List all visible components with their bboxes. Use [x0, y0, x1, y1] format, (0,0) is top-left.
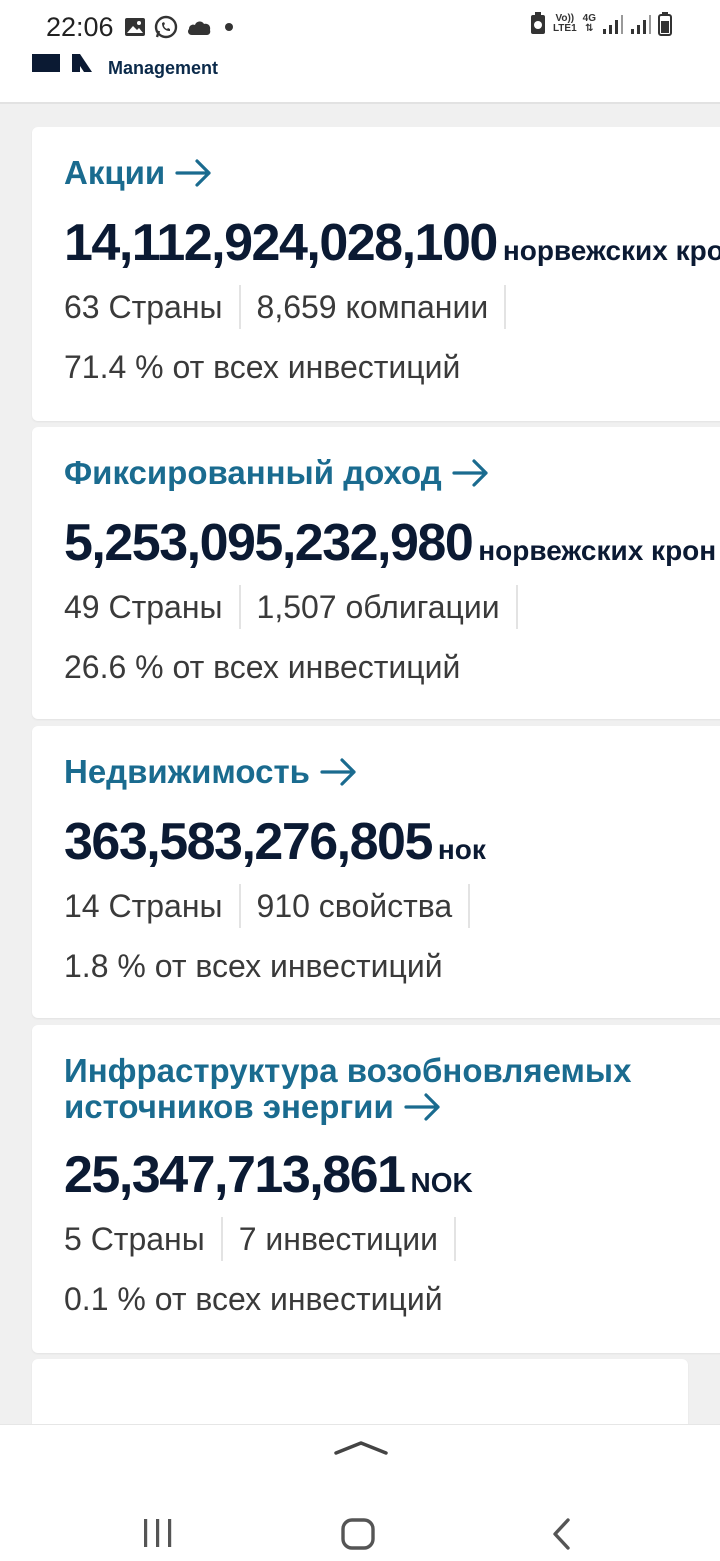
holdings-count: 7 инвестиции	[238, 1220, 438, 1257]
card-title[interactable]: Недвижимость	[64, 753, 310, 790]
battery-icon	[658, 12, 672, 36]
currency-label: норвежских крон	[478, 535, 717, 566]
status-time: 22:06	[46, 12, 114, 42]
whatsapp-icon	[154, 15, 178, 39]
holdings-count: 910 свойства	[256, 887, 453, 924]
brand-logo-icon[interactable]	[32, 54, 94, 79]
share-of-investments: 1.8 % от всех инвестиций	[64, 948, 443, 984]
countries-count: 5 Страны	[64, 1220, 205, 1257]
countries-count: 63 Страны	[64, 288, 223, 325]
more-notifications-dot-icon	[220, 18, 238, 36]
share-of-investments: 26.6 % от всех инвестиций	[64, 649, 461, 685]
card-title-link[interactable]: Недвижимость	[64, 754, 704, 794]
currency-label: норвежских кро	[502, 235, 720, 266]
amount-value: 363,583,276,805	[64, 813, 433, 871]
card-title-link[interactable]: Инфраструктура возобновляемых источников…	[64, 1053, 704, 1129]
stats-row: 63 Страны 8,659 компании	[64, 285, 522, 329]
home-icon[interactable]	[340, 1517, 376, 1556]
asset-card-renewable-infrastructure[interactable]: Инфраструктура возобновляемых источников…	[32, 1025, 720, 1353]
divider	[238, 285, 241, 329]
divider	[238, 585, 241, 629]
amount-line: 14,112,924,028,100 норвежских кро	[64, 213, 720, 273]
share-of-investments: 0.1 % от всех инвестиций	[64, 1281, 443, 1317]
divider	[468, 884, 471, 928]
battery-saver-icon	[529, 12, 547, 36]
card-title-line-2[interactable]: источников энергии	[64, 1088, 394, 1125]
card-title[interactable]: Акции	[64, 154, 165, 191]
amount-value: 25,347,713,861	[64, 1146, 406, 1204]
card-title[interactable]: Фиксированный доход	[64, 454, 442, 491]
amount-value: 14,112,924,028,100	[64, 214, 498, 272]
holdings-count: 8,659 компании	[256, 288, 489, 325]
data-badge: 4G ⇅	[582, 13, 596, 34]
currency-label: нок	[437, 834, 486, 865]
arrow-right-icon[interactable]	[320, 757, 358, 794]
gallery-icon	[124, 17, 146, 37]
divider	[238, 884, 241, 928]
back-icon[interactable]	[550, 1517, 574, 1556]
arrow-right-icon[interactable]	[404, 1092, 442, 1129]
chevron-up-icon[interactable]	[334, 1439, 388, 1462]
asset-card-equities[interactable]: Акции 14,112,924,028,100 норвежских кро 6…	[32, 127, 720, 421]
signal-2-icon	[630, 13, 652, 35]
arrow-right-icon[interactable]	[175, 158, 213, 195]
asset-card-fixed-income[interactable]: Фиксированный доход 5,253,095,232,980 нор…	[32, 427, 720, 719]
volte-badge: Vo)) LTE1	[552, 13, 577, 34]
currency-label: NOK	[410, 1167, 473, 1198]
card-title-link[interactable]: Акции	[64, 155, 704, 195]
arrow-right-icon[interactable]	[452, 458, 490, 495]
system-navigation-bar	[0, 1424, 720, 1561]
brand-subtitle: Management	[108, 58, 219, 78]
stats-row: 49 Страны 1,507 облигации	[64, 585, 534, 629]
divider	[220, 1217, 223, 1261]
amount-line: 363,583,276,805 нок	[64, 812, 486, 872]
divider	[504, 285, 507, 329]
amount-line: 5,253,095,232,980 норвежских крон	[64, 513, 716, 573]
recent-apps-icon[interactable]	[142, 1517, 174, 1554]
card-title-link[interactable]: Фиксированный доход	[64, 455, 704, 495]
divider	[454, 1217, 456, 1261]
site-header: Management	[0, 54, 720, 104]
system-icons: Vo)) LTE1 4G ⇅	[529, 12, 672, 36]
holdings-count: 1,507 облигации	[256, 588, 500, 625]
amount-line: 25,347,713,861 NOK	[64, 1145, 473, 1205]
stats-row: 14 Страны 910 свойства	[64, 884, 486, 928]
share-of-investments: 71.4 % от всех инвестиций	[64, 349, 461, 385]
countries-count: 49 Страны	[64, 588, 223, 625]
card-title-line-1[interactable]: Инфраструктура возобновляемых	[64, 1053, 704, 1089]
countries-count: 14 Страны	[64, 887, 223, 924]
amount-value: 5,253,095,232,980	[64, 514, 474, 572]
divider	[515, 585, 518, 629]
asset-card-real-estate[interactable]: Недвижимость 363,583,276,805 нок 14 Стран…	[32, 726, 720, 1018]
stats-row: 5 Страны 7 инвестиции	[64, 1217, 472, 1261]
status-bar: 22:06 Vo)) LTE1 4G ⇅	[0, 0, 720, 54]
signal-icon	[602, 13, 624, 35]
notification-icons	[124, 15, 238, 39]
cloud-icon	[186, 18, 212, 36]
